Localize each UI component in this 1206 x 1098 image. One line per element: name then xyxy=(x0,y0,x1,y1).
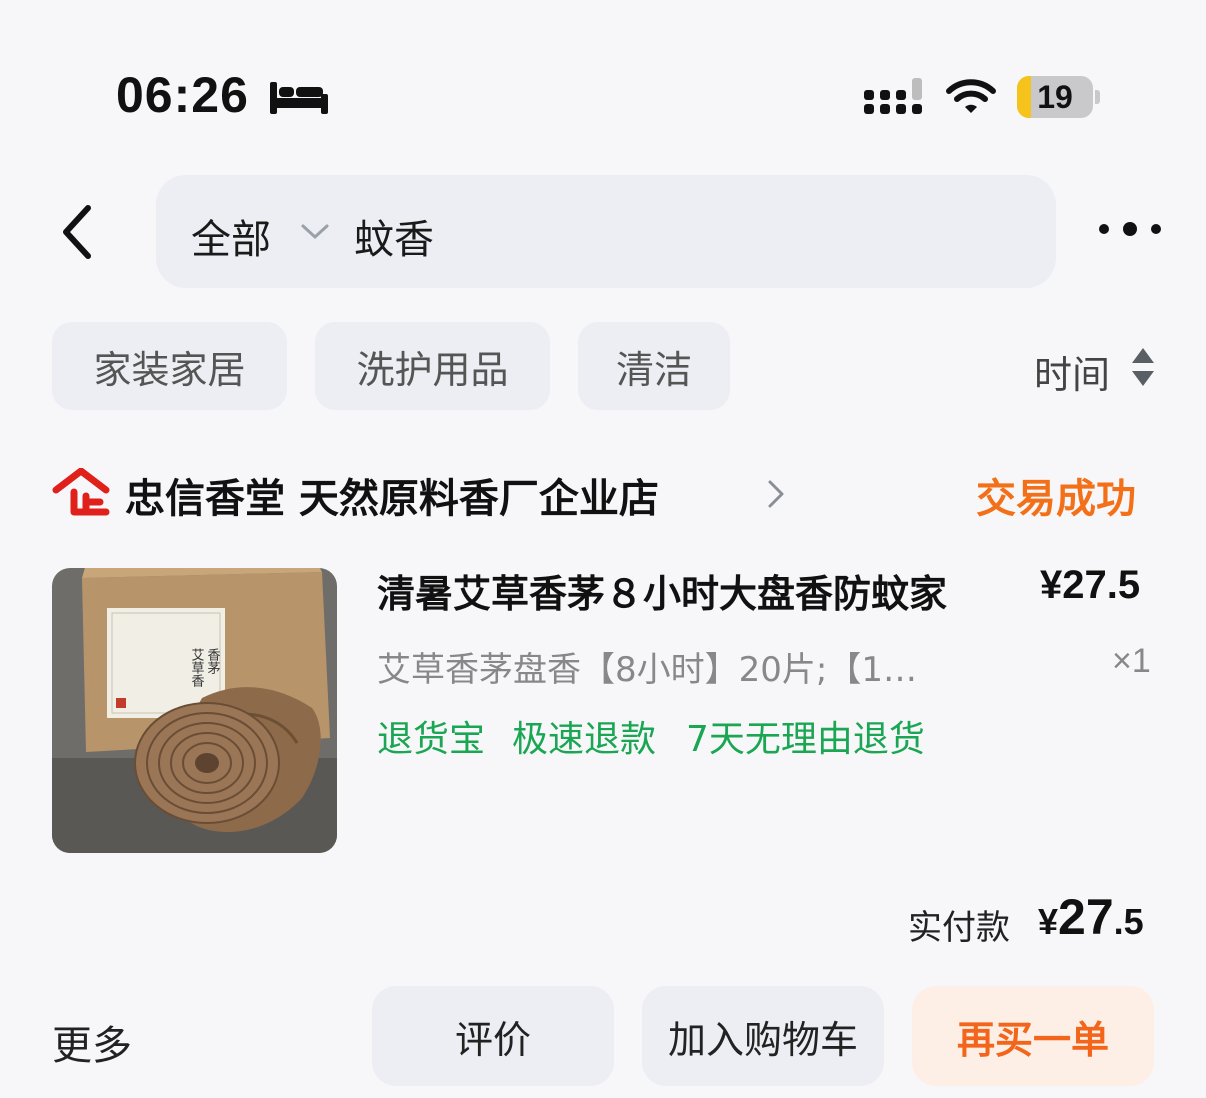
battery-cap xyxy=(1095,90,1100,104)
chevron-right-icon[interactable] xyxy=(766,478,786,510)
product-title[interactable]: 清暑艾草香茅８小时大盘香防蚊家 xyxy=(377,563,997,618)
sort-arrows-icon[interactable] xyxy=(1130,346,1156,388)
more-dots-icon[interactable] xyxy=(1096,212,1164,246)
paid-integer: 27 xyxy=(1058,889,1114,945)
status-bar: 06:26 19 xyxy=(0,0,1206,150)
review-button[interactable]: 评价 xyxy=(372,986,614,1086)
battery-icon: 19 xyxy=(1017,76,1093,118)
svg-text:香茅: 香茅 xyxy=(205,648,221,674)
status-time: 06:26 xyxy=(116,67,249,123)
filter-chip-cleaning[interactable]: 清洁 xyxy=(578,322,730,410)
paid-currency: ¥ xyxy=(1038,901,1059,942)
chevron-down-icon[interactable] xyxy=(300,219,330,243)
chevron-left-icon xyxy=(63,205,91,259)
service-tag-return-insurance: 退货宝 xyxy=(377,719,486,760)
bed-icon xyxy=(270,82,328,114)
rebuy-button[interactable]: 再买一单 xyxy=(912,986,1154,1086)
shop-name-link[interactable]: 忠信香堂 天然原料香厂企业店 xyxy=(125,466,659,524)
product-image[interactable]: 香茅 艾草香 xyxy=(52,568,337,853)
battery-level: 19 xyxy=(1037,79,1073,115)
product-price: ¥27.5 xyxy=(1040,563,1141,607)
paid-decimal: .5 xyxy=(1113,901,1144,942)
wifi-icon xyxy=(946,79,996,113)
search-input[interactable]: 蚊香 xyxy=(354,207,434,265)
product-sku: 艾草香茅盘香【8小时】20片;【1… xyxy=(377,650,917,690)
enterprise-store-icon xyxy=(52,468,110,516)
svg-text:艾草香: 艾草香 xyxy=(189,648,205,688)
search-box[interactable]: 全部 蚊香 xyxy=(156,175,1056,288)
more-actions-button[interactable]: 更多 xyxy=(52,1013,132,1071)
order-status: 交易成功 xyxy=(976,476,1136,522)
filter-chip-personal-care[interactable]: 洗护用品 xyxy=(315,322,550,410)
add-to-cart-button[interactable]: 加入购物车 xyxy=(642,986,884,1086)
signal-icon xyxy=(864,78,922,114)
sort-by-time-button[interactable]: 时间 xyxy=(1034,344,1110,399)
service-tag-7day-return: 7天无理由退货 xyxy=(686,719,925,760)
search-scope-selector[interactable]: 全部 xyxy=(191,207,271,265)
paid-amount-label: 实付款 xyxy=(908,908,1010,948)
back-button[interactable] xyxy=(56,200,100,264)
product-quantity: ×1 xyxy=(1112,642,1151,680)
filter-chip-home[interactable]: 家装家居 xyxy=(52,322,287,410)
paid-amount: ¥27.5 xyxy=(1038,888,1144,946)
service-tag-fast-refund: 极速退款 xyxy=(512,719,657,760)
